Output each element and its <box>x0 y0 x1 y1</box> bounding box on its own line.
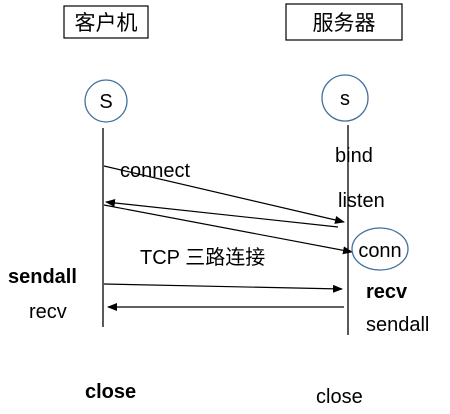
connect-arrow <box>103 165 345 224</box>
client-sendall-label: sendall <box>8 266 77 288</box>
server-close-label: close <box>316 386 363 408</box>
server-header: 服务器 <box>285 3 403 41</box>
client-send-arrow <box>103 283 343 293</box>
client-close-label: close <box>85 381 136 403</box>
server-title: 服务器 <box>313 12 376 35</box>
server-bind-label: bind <box>335 145 373 167</box>
server-listen-label: listen <box>338 190 385 212</box>
tcp-socket-sequence-diagram: 客户机 服务器 S s bind listen connect conn TCP… <box>8 3 429 408</box>
handshake-label: TCP 三路连接 <box>140 246 265 269</box>
conn-socket-label: conn <box>358 240 401 262</box>
server-socket-label: s <box>340 88 350 110</box>
client-header: 客户机 <box>63 5 149 39</box>
server-sendall-label: sendall <box>366 314 429 336</box>
client-socket-label: S <box>99 91 112 113</box>
handshake-reply-arrow <box>105 198 339 228</box>
server-recv-label: recv <box>366 281 408 303</box>
client-title: 客户机 <box>75 12 138 35</box>
client-recv-label: recv <box>29 301 67 323</box>
handshake-ack-arrow <box>103 204 353 255</box>
connect-label: connect <box>120 160 190 182</box>
